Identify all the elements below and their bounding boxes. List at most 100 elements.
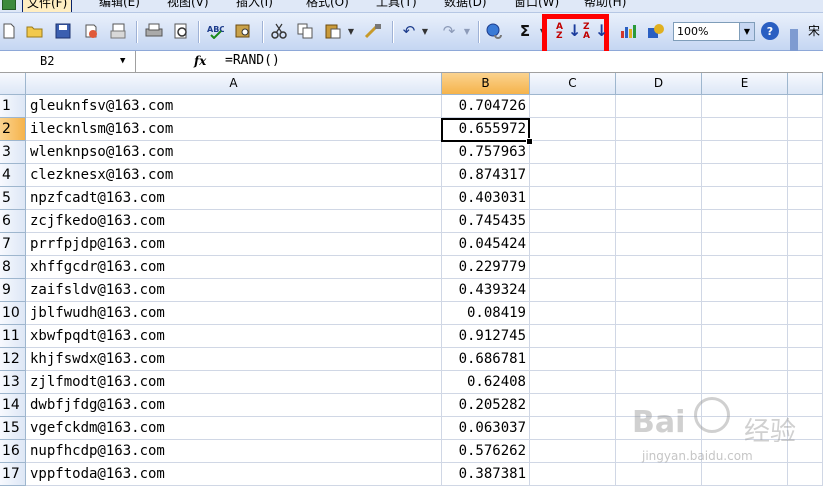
cell-empty-e[interactable] xyxy=(702,141,788,164)
cell-empty-e[interactable] xyxy=(702,164,788,187)
cell-empty-d[interactable] xyxy=(616,279,702,302)
menu-view[interactable]: 视图(V) xyxy=(163,0,213,11)
research-icon[interactable] xyxy=(234,21,252,41)
name-box[interactable]: B2 ▼ xyxy=(0,51,136,72)
cell-rand-value[interactable]: 0.576262 xyxy=(442,440,530,463)
cell-rand-value[interactable]: 0.403031 xyxy=(442,187,530,210)
row-header[interactable]: 14 xyxy=(0,394,26,417)
sort-ascending-icon[interactable]: A Z ↓ xyxy=(555,22,581,42)
row-header[interactable]: 16 xyxy=(0,440,26,463)
cell-empty-c[interactable] xyxy=(530,141,616,164)
cell-empty-c[interactable] xyxy=(530,325,616,348)
spelling-icon[interactable]: ABC xyxy=(206,21,224,41)
cell-empty-d[interactable] xyxy=(616,417,702,440)
redo-icon[interactable]: ↷ xyxy=(440,21,458,41)
zoom-dropdown-icon[interactable]: ▼ xyxy=(739,23,754,40)
cell-empty-f[interactable] xyxy=(788,95,823,118)
cell-empty-f[interactable] xyxy=(788,371,823,394)
row-header[interactable]: 6 xyxy=(0,210,26,233)
cell-empty-f[interactable] xyxy=(788,463,823,486)
cell-empty-f[interactable] xyxy=(788,187,823,210)
cell-empty-c[interactable] xyxy=(530,256,616,279)
row-header[interactable]: 8 xyxy=(0,256,26,279)
row-header[interactable]: 15 xyxy=(0,417,26,440)
cell-email[interactable]: prrfpjdp@163.com xyxy=(26,233,442,256)
cell-empty-e[interactable] xyxy=(702,279,788,302)
cell-email[interactable]: xhffgcdr@163.com xyxy=(26,256,442,279)
cell-rand-value[interactable]: 0.387381 xyxy=(442,463,530,486)
fill-handle[interactable] xyxy=(526,138,533,145)
zoom-combo[interactable]: 100% ▼ xyxy=(673,22,755,41)
cell-empty-e[interactable] xyxy=(702,440,788,463)
cell-empty-e[interactable] xyxy=(702,348,788,371)
cell-empty-c[interactable] xyxy=(530,164,616,187)
menu-window[interactable]: 窗口(W) xyxy=(510,0,563,11)
cell-email[interactable]: clezknesx@163.com xyxy=(26,164,442,187)
redo-dropdown-icon[interactable]: ▼ xyxy=(462,21,472,41)
cell-empty-d[interactable] xyxy=(616,394,702,417)
cell-empty-d[interactable] xyxy=(616,95,702,118)
menu-edit[interactable]: 编辑(E) xyxy=(95,0,144,11)
cell-rand-value[interactable]: 0.063037 xyxy=(442,417,530,440)
cell-empty-f[interactable] xyxy=(788,325,823,348)
cut-icon[interactable] xyxy=(270,21,288,41)
cell-empty-f[interactable] xyxy=(788,394,823,417)
cell-empty-e[interactable] xyxy=(702,463,788,486)
cell-empty-f[interactable] xyxy=(788,348,823,371)
cell-empty-e[interactable] xyxy=(702,256,788,279)
cell-empty-e[interactable] xyxy=(702,417,788,440)
row-header[interactable]: 7 xyxy=(0,233,26,256)
cell-email[interactable]: gleuknfsv@163.com xyxy=(26,95,442,118)
save-icon[interactable] xyxy=(54,21,72,41)
cell-empty-d[interactable] xyxy=(616,463,702,486)
cell-rand-value[interactable]: 0.439324 xyxy=(442,279,530,302)
cell-empty-d[interactable] xyxy=(616,348,702,371)
cell-empty-c[interactable] xyxy=(530,463,616,486)
cell-rand-value[interactable]: 0.757963 xyxy=(442,141,530,164)
row-header[interactable]: 17 xyxy=(0,463,26,486)
row-header[interactable]: 4 xyxy=(0,164,26,187)
cell-rand-value[interactable]: 0.205282 xyxy=(442,394,530,417)
cell-email[interactable]: vgefckdm@163.com xyxy=(26,417,442,440)
cell-empty-c[interactable] xyxy=(530,348,616,371)
cell-email[interactable]: nupfhcdp@163.com xyxy=(26,440,442,463)
hyperlink-icon[interactable] xyxy=(486,21,504,41)
cell-email[interactable]: xbwfpqdt@163.com xyxy=(26,325,442,348)
row-header[interactable]: 10 xyxy=(0,302,26,325)
cell-email[interactable]: vppftoda@163.com xyxy=(26,463,442,486)
cell-empty-c[interactable] xyxy=(530,394,616,417)
row-header[interactable]: 2 xyxy=(0,118,26,141)
cell-empty-e[interactable] xyxy=(702,325,788,348)
formula-input[interactable]: =RAND() xyxy=(225,51,280,71)
permission-icon[interactable] xyxy=(82,21,100,41)
cell-empty-d[interactable] xyxy=(616,256,702,279)
cell-rand-value[interactable]: 0.655972 xyxy=(442,118,530,141)
paste-icon[interactable] xyxy=(324,21,342,41)
cell-rand-value[interactable]: 0.912745 xyxy=(442,325,530,348)
cell-email[interactable]: zaifsldv@163.com xyxy=(26,279,442,302)
cell-empty-d[interactable] xyxy=(616,118,702,141)
sort-descending-icon[interactable]: Z A ↓ xyxy=(582,22,608,42)
chart-wizard-icon[interactable] xyxy=(620,21,638,41)
row-header[interactable]: 1 xyxy=(0,95,26,118)
copy-icon[interactable] xyxy=(297,21,315,41)
cell-empty-f[interactable] xyxy=(788,440,823,463)
cell-empty-f[interactable] xyxy=(788,164,823,187)
cell-empty-d[interactable] xyxy=(616,440,702,463)
cell-email[interactable]: zjlfmodt@163.com xyxy=(26,371,442,394)
cell-empty-e[interactable] xyxy=(702,118,788,141)
column-header-next[interactable] xyxy=(788,73,823,95)
column-header-b[interactable]: B xyxy=(442,73,530,95)
cell-empty-f[interactable] xyxy=(788,118,823,141)
cell-rand-value[interactable]: 0.704726 xyxy=(442,95,530,118)
cell-empty-f[interactable] xyxy=(788,279,823,302)
new-icon[interactable] xyxy=(0,21,18,41)
insert-function-icon[interactable]: fx xyxy=(194,51,206,71)
cell-empty-d[interactable] xyxy=(616,233,702,256)
cell-empty-e[interactable] xyxy=(702,95,788,118)
cell-rand-value[interactable]: 0.08419 xyxy=(442,302,530,325)
cell-empty-d[interactable] xyxy=(616,187,702,210)
cell-rand-value[interactable]: 0.745435 xyxy=(442,210,530,233)
cell-empty-c[interactable] xyxy=(530,187,616,210)
menu-format[interactable]: 格式(O) xyxy=(302,0,353,11)
